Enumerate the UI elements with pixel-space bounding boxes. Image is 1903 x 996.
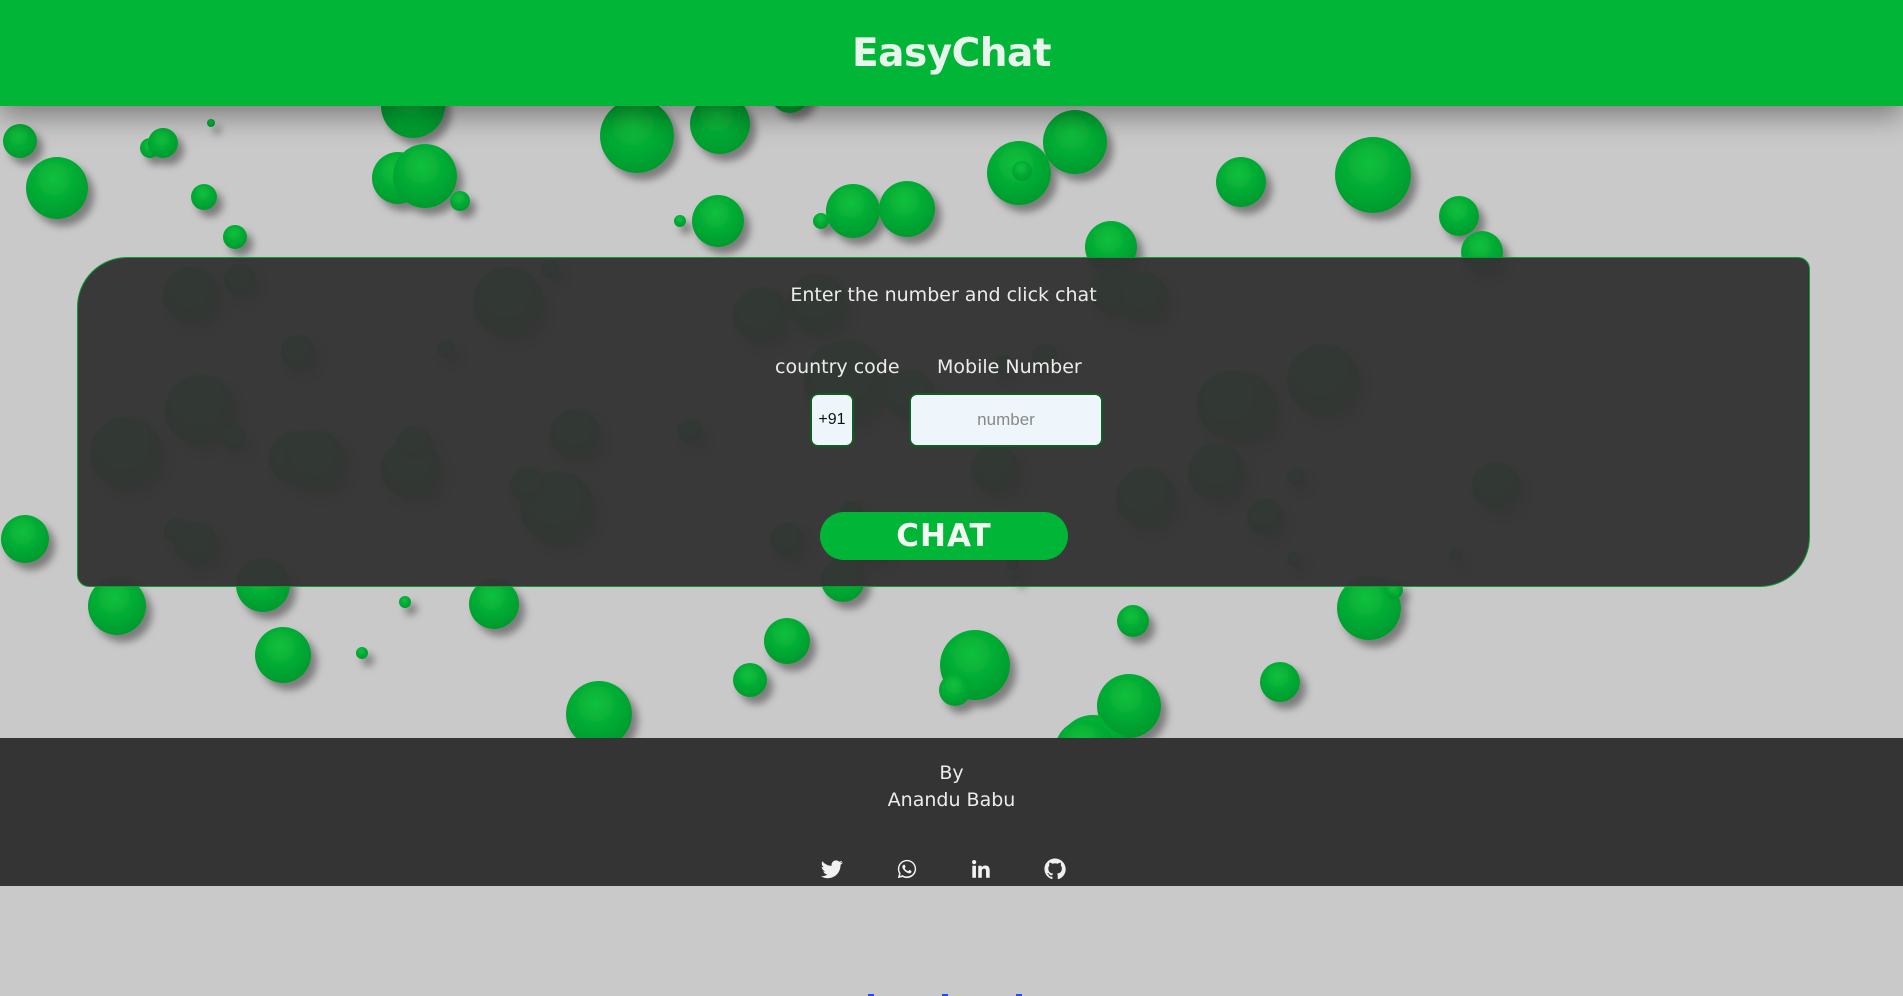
bubble-decoration bbox=[1012, 161, 1032, 181]
bubble-decoration bbox=[764, 618, 810, 664]
bubble-decoration bbox=[1260, 662, 1300, 702]
bubble-decoration bbox=[148, 128, 178, 158]
bubble-decoration bbox=[1, 515, 49, 563]
app-header: EasyChat bbox=[0, 0, 1903, 106]
bubble-decoration bbox=[393, 144, 457, 208]
bubble-decoration bbox=[1216, 157, 1266, 207]
panel-content: Enter the number and click chat country … bbox=[78, 258, 1809, 586]
instruction-text: Enter the number and click chat bbox=[790, 284, 1097, 306]
bubble-decoration bbox=[674, 215, 686, 227]
bubble-decoration bbox=[826, 184, 880, 238]
footer-author-name: Anandu Babu bbox=[887, 789, 1016, 811]
bubble-decoration bbox=[26, 157, 88, 219]
bubble-decoration bbox=[1099, 675, 1159, 735]
github-link[interactable] bbox=[1044, 858, 1068, 882]
bubble-decoration bbox=[879, 181, 935, 237]
bubble-decoration bbox=[3, 124, 37, 158]
twitter-icon bbox=[821, 860, 843, 879]
footer-by-text: By bbox=[939, 762, 964, 784]
bubble-decoration bbox=[1335, 137, 1411, 213]
github-icon bbox=[1044, 858, 1066, 880]
whatsapp-icon bbox=[897, 859, 917, 879]
bubble-decoration bbox=[207, 119, 215, 127]
country-code-label: country code bbox=[775, 356, 900, 378]
mobile-number-label: Mobile Number bbox=[937, 356, 1082, 378]
bubble-decoration bbox=[692, 195, 744, 247]
app-title: EasyChat bbox=[852, 30, 1051, 76]
social-links bbox=[0, 858, 1903, 996]
bubble-decoration bbox=[356, 647, 368, 659]
page-footer: By Anandu Babu bbox=[0, 738, 1903, 996]
linkedin-link[interactable] bbox=[970, 858, 994, 882]
chat-button[interactable]: CHAT bbox=[820, 512, 1068, 560]
country-code-input[interactable] bbox=[810, 393, 854, 447]
bubble-decoration bbox=[939, 674, 971, 706]
mobile-number-input[interactable] bbox=[909, 393, 1103, 447]
twitter-link[interactable] bbox=[821, 858, 845, 882]
linkedin-icon bbox=[972, 860, 990, 878]
bubble-decoration bbox=[1117, 605, 1149, 637]
bubble-decoration bbox=[191, 184, 217, 210]
bubble-decoration bbox=[399, 596, 411, 608]
chat-form-panel: Enter the number and click chat country … bbox=[77, 257, 1810, 587]
bubble-decoration bbox=[733, 663, 767, 697]
bubble-decoration bbox=[255, 627, 311, 683]
bubble-decoration bbox=[450, 191, 470, 211]
bubble-decoration bbox=[1439, 196, 1479, 236]
bubble-decoration bbox=[1043, 110, 1107, 174]
whatsapp-link[interactable] bbox=[896, 858, 920, 882]
bubble-decoration bbox=[223, 225, 247, 249]
bubble-decoration bbox=[600, 99, 674, 173]
